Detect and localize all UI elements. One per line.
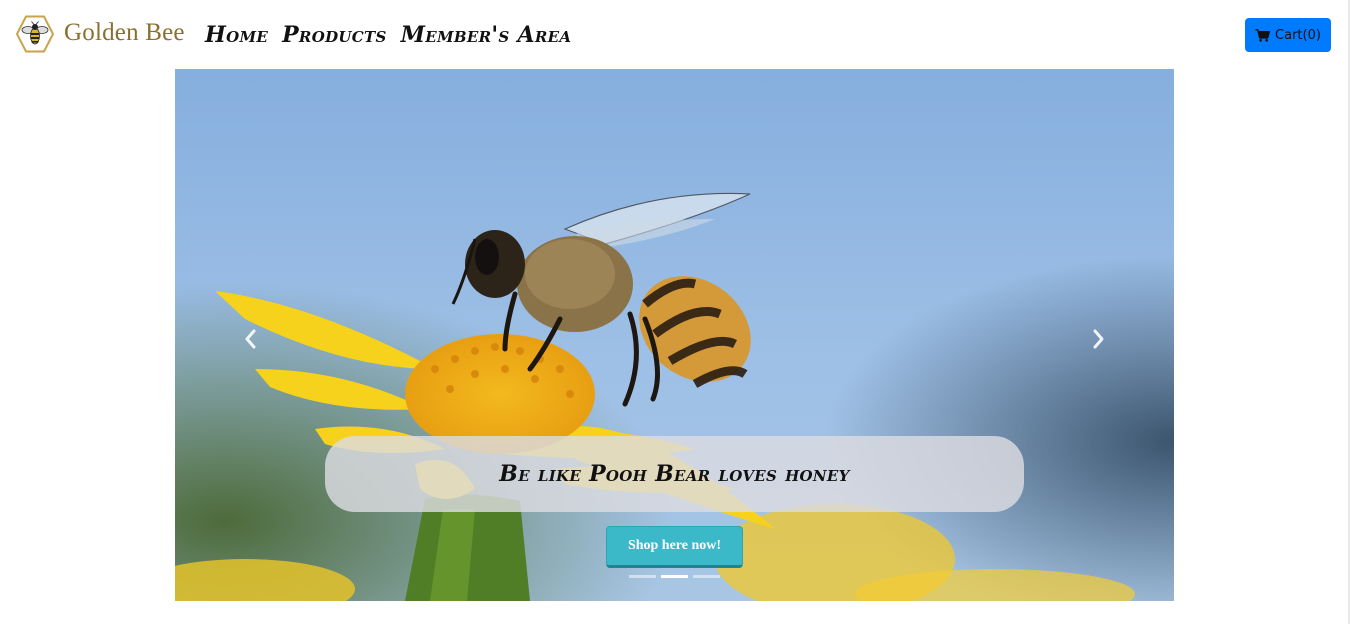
carousel-next-button[interactable] <box>1079 319 1119 359</box>
carousel-indicators <box>629 575 720 578</box>
shopping-cart-icon <box>1255 28 1271 42</box>
carousel-caption-text: Be like Pooh Bear loves honey <box>499 461 850 487</box>
shop-now-button[interactable]: Shop here now! <box>606 526 743 568</box>
carousel-indicator-3[interactable] <box>693 575 720 578</box>
carousel-indicator-2[interactable] <box>661 575 688 578</box>
chevron-left-icon <box>245 329 256 349</box>
hero-carousel: Be like Pooh Bear loves honey Shop here … <box>175 69 1174 601</box>
bee-hexagon-icon <box>15 15 55 53</box>
chevron-right-icon <box>1093 329 1104 349</box>
cart-label: Cart(0) <box>1275 27 1321 43</box>
cart-button[interactable]: Cart(0) <box>1245 18 1331 52</box>
carousel-indicator-1[interactable] <box>629 575 656 578</box>
nav-link-products[interactable]: Products <box>282 20 387 50</box>
bee-on-flower-image <box>175 69 1174 601</box>
nav-link-home[interactable]: Home <box>205 20 268 50</box>
navbar: Golden Bee Home Products Member's Area C… <box>0 0 1350 69</box>
carousel-caption: Be like Pooh Bear loves honey <box>325 436 1024 512</box>
carousel-prev-button[interactable] <box>230 319 270 359</box>
main-nav: Home Products Member's Area <box>205 20 571 50</box>
nav-link-members-area[interactable]: Member's Area <box>401 20 572 50</box>
brand-link[interactable]: Golden Bee <box>15 14 185 54</box>
brand-name: Golden Bee <box>64 18 185 46</box>
